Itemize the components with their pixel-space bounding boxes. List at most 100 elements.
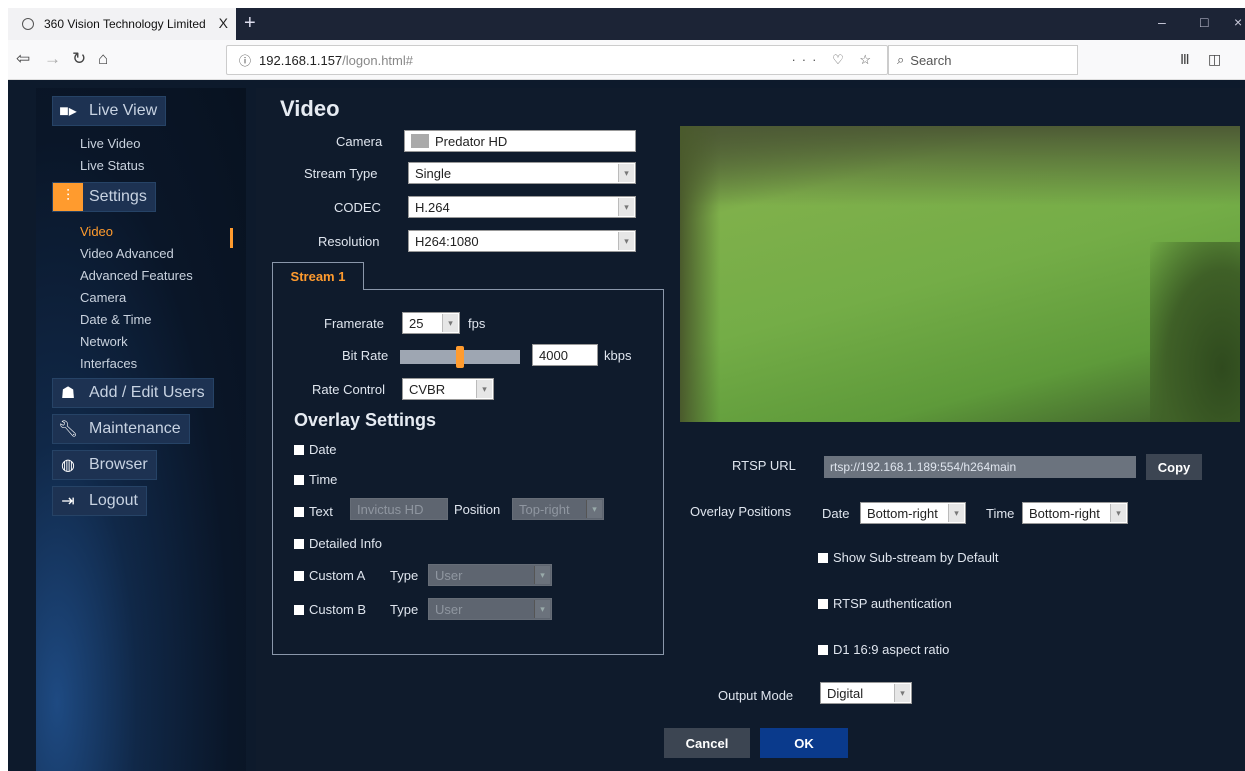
custom-b-type-value: User xyxy=(435,601,463,617)
stream-type-select[interactable]: Single ▾ xyxy=(408,162,636,184)
tab-stream-1[interactable]: Stream 1 xyxy=(272,262,364,290)
checkbox-box[interactable] xyxy=(818,598,828,609)
submenu-date-time[interactable]: Date & Time xyxy=(80,312,152,327)
chevron-down-icon: ▾ xyxy=(948,504,964,522)
browser-tab-bar: 360 Vision Technology Limited X + – □ × xyxy=(8,8,1245,40)
logout-icon: ⇥ xyxy=(61,493,75,510)
submenu-interfaces[interactable]: Interfaces xyxy=(80,356,137,371)
library-icon[interactable]: Ⅲ xyxy=(1180,51,1190,68)
tab-close-icon[interactable]: X xyxy=(219,15,228,31)
codec-select[interactable]: H.264 ▾ xyxy=(408,196,636,218)
rate-control-select[interactable]: CVBR ▾ xyxy=(402,378,494,400)
sidebar: ■▸ Live View Live Video Live Status ⫶ Se… xyxy=(36,88,246,771)
url-bar[interactable]: ⓘ 192.168.1.157 /logon.html# ··· ♡ ☆ xyxy=(226,45,888,75)
menu-browser[interactable]: ◍ Browser xyxy=(52,450,157,480)
d1-aspect-checkbox[interactable]: D1 16:9 aspect ratio xyxy=(818,642,949,657)
video-settings-panel: Video Camera Predator HD Stream Type Sin… xyxy=(256,88,1245,771)
checkbox-box[interactable] xyxy=(294,506,304,517)
submenu-advanced-features[interactable]: Advanced Features xyxy=(80,268,193,283)
checkbox-box[interactable] xyxy=(294,604,304,615)
overlay-custom-a-label: Custom A xyxy=(309,568,366,583)
reload-icon[interactable]: ↻ xyxy=(72,49,86,69)
forward-icon[interactable]: → xyxy=(44,49,61,69)
chevron-down-icon: ▾ xyxy=(586,500,602,518)
show-substream-checkbox[interactable]: Show Sub-stream by Default xyxy=(818,550,998,565)
checkbox-box[interactable] xyxy=(294,570,304,581)
output-mode-select[interactable]: Digital ▾ xyxy=(820,682,912,704)
bitrate-unit: kbps xyxy=(604,348,632,363)
cancel-button[interactable]: Cancel xyxy=(664,728,750,758)
page-actions-icon[interactable]: ··· ♡ ☆ xyxy=(791,52,877,68)
overlay-time-label: Time xyxy=(309,472,338,487)
custom-a-type-label: Type xyxy=(390,568,419,583)
maximize-icon[interactable]: □ xyxy=(1200,14,1208,30)
overlay-text-checkbox[interactable]: Text xyxy=(294,504,333,519)
slider-handle[interactable] xyxy=(456,346,464,368)
menu-maintenance[interactable]: 🔧︎ Maintenance xyxy=(52,414,190,444)
checkbox-box[interactable] xyxy=(294,538,304,549)
stream-type-label: Stream Type xyxy=(304,166,378,181)
chevron-down-icon: ▾ xyxy=(534,600,550,618)
op-time-select[interactable]: Bottom-right ▾ xyxy=(1022,502,1128,524)
active-indicator xyxy=(230,228,233,248)
search-input[interactable]: ⌕ Search xyxy=(888,45,1078,75)
live-video-preview[interactable] xyxy=(680,126,1240,422)
sidebar-toggle-icon[interactable]: ◫ xyxy=(1208,51,1221,68)
page-title: Video xyxy=(280,96,340,121)
menu-add-edit-users[interactable]: ☗ Add / Edit Users xyxy=(52,378,214,408)
menu-settings[interactable]: ⫶ Settings xyxy=(52,182,156,212)
submenu-network[interactable]: Network xyxy=(80,334,128,349)
back-icon[interactable]: ⇦ xyxy=(16,49,30,69)
d1-aspect-label: D1 16:9 aspect ratio xyxy=(833,642,950,657)
menu-logout[interactable]: ⇥ Logout xyxy=(52,486,147,516)
overlay-date-checkbox[interactable]: Date xyxy=(294,442,336,457)
custom-b-type-select[interactable]: User ▾ xyxy=(428,598,552,620)
url-host: 192.168.1.157 xyxy=(259,52,343,68)
submenu-live-video[interactable]: Live Video xyxy=(80,136,140,151)
op-date-select[interactable]: Bottom-right ▾ xyxy=(860,502,966,524)
site-favicon-icon xyxy=(22,18,34,30)
overlay-time-checkbox[interactable]: Time xyxy=(294,472,337,487)
camera-value: Predator HD xyxy=(435,133,508,149)
chevron-down-icon: ▾ xyxy=(618,164,634,182)
rtsp-url-label: RTSP URL xyxy=(732,458,796,473)
custom-a-type-select[interactable]: User ▾ xyxy=(428,564,552,586)
close-window-icon[interactable]: × xyxy=(1234,14,1242,30)
settings-sliders-icon: ⫶ xyxy=(53,183,83,211)
rtsp-url-field[interactable]: rtsp://192.168.1.189:554/h264main xyxy=(824,456,1136,478)
overlay-detailed-checkbox[interactable]: Detailed Info xyxy=(294,536,382,551)
rtsp-auth-checkbox[interactable]: RTSP authentication xyxy=(818,596,952,611)
search-placeholder: Search xyxy=(910,52,952,68)
browser-tab[interactable]: 360 Vision Technology Limited X xyxy=(8,8,236,40)
framerate-select[interactable]: 25 ▾ xyxy=(402,312,460,334)
menu-live-view[interactable]: ■▸ Live View xyxy=(52,96,167,126)
checkbox-box[interactable] xyxy=(294,444,304,455)
home-icon[interactable]: ⌂ xyxy=(98,49,108,69)
menu-logout-label: Logout xyxy=(89,492,138,509)
video-camera-icon: ■▸ xyxy=(59,103,77,120)
overlay-position-select[interactable]: Top-right ▾ xyxy=(512,498,604,520)
checkbox-box[interactable] xyxy=(294,474,304,485)
info-icon[interactable]: ⓘ xyxy=(239,52,251,69)
submenu-video[interactable]: Video xyxy=(80,224,113,239)
output-mode-label: Output Mode xyxy=(718,688,794,703)
new-tab-button[interactable]: + xyxy=(244,12,256,35)
checkbox-box[interactable] xyxy=(818,644,828,655)
bitrate-slider[interactable] xyxy=(400,346,520,368)
submenu-video-advanced[interactable]: Video Advanced xyxy=(80,246,174,261)
overlay-text-input[interactable]: Invictus HD xyxy=(350,498,448,520)
chevron-down-icon: ▾ xyxy=(618,198,634,216)
ok-button[interactable]: OK xyxy=(760,728,848,758)
overlay-custom-b-checkbox[interactable]: Custom B xyxy=(294,602,366,617)
camera-field: Predator HD xyxy=(404,130,636,152)
overlay-custom-a-checkbox[interactable]: Custom A xyxy=(294,568,365,583)
submenu-live-status[interactable]: Live Status xyxy=(80,158,144,173)
resolution-select[interactable]: H264:1080 ▾ xyxy=(408,230,636,252)
chevron-down-icon: ▾ xyxy=(618,232,634,250)
bitrate-input[interactable]: 4000 xyxy=(532,344,598,366)
camera-icon xyxy=(411,134,429,148)
submenu-camera[interactable]: Camera xyxy=(80,290,126,305)
minimize-icon[interactable]: – xyxy=(1158,14,1166,30)
checkbox-box[interactable] xyxy=(818,552,828,563)
copy-button[interactable]: Copy xyxy=(1146,454,1202,480)
